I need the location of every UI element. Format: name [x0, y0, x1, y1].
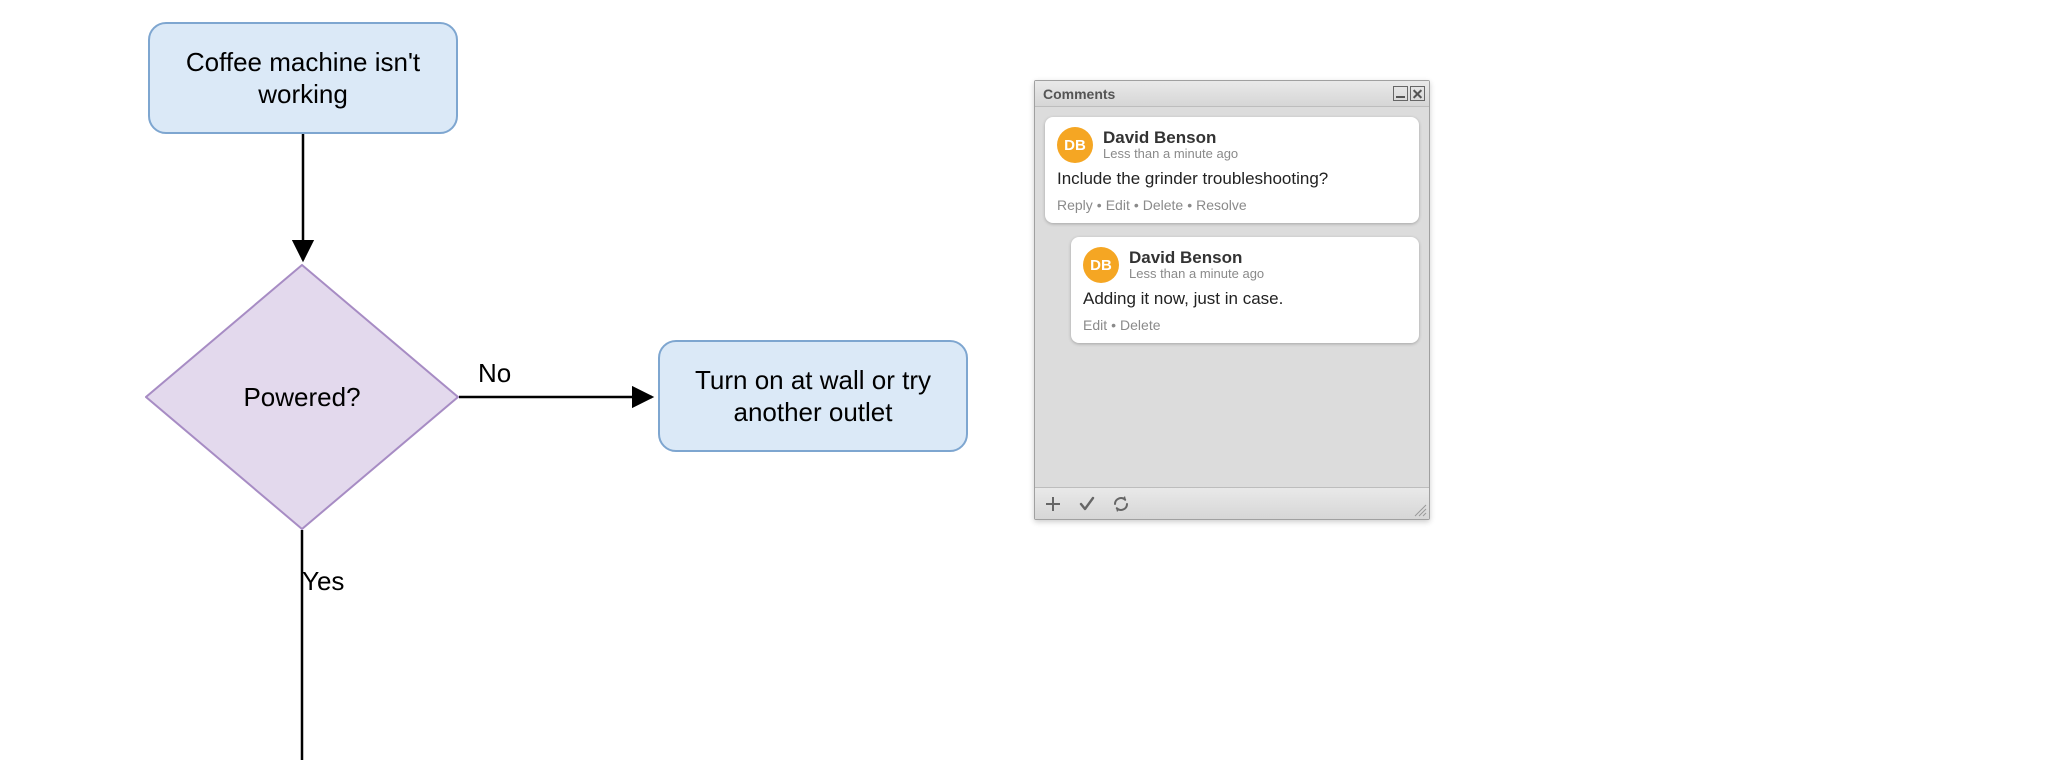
comment-time: Less than a minute ago — [1103, 147, 1238, 162]
comment-card[interactable]: DB David Benson Less than a minute ago I… — [1045, 117, 1419, 223]
edit-button[interactable]: Edit — [1106, 197, 1130, 213]
flowchart-edge-yes-label: Yes — [302, 566, 344, 597]
comment-text: Adding it now, just in case. — [1083, 289, 1407, 309]
comment-card-reply[interactable]: DB David Benson Less than a minute ago A… — [1071, 237, 1419, 343]
avatar: DB — [1057, 127, 1093, 163]
flowchart-node-decision-label: Powered? — [243, 382, 360, 413]
comment-author: David Benson — [1103, 128, 1238, 148]
resolve-button[interactable]: Resolve — [1196, 197, 1247, 213]
flowchart-edge-no-label: No — [478, 358, 511, 389]
resize-grip-icon — [1413, 503, 1427, 517]
comments-panel[interactable]: Comments DB David Benson Less than a min… — [1034, 80, 1430, 520]
comments-body: DB David Benson Less than a minute ago I… — [1035, 107, 1429, 487]
edit-button[interactable]: Edit — [1083, 317, 1107, 333]
avatar: DB — [1083, 247, 1119, 283]
resolve-all-button[interactable] — [1077, 494, 1097, 514]
comment-time: Less than a minute ago — [1129, 267, 1264, 282]
add-comment-button[interactable] — [1043, 494, 1063, 514]
minimize-icon[interactable] — [1393, 86, 1408, 101]
refresh-icon — [1112, 495, 1130, 513]
plus-icon — [1045, 496, 1061, 512]
delete-button[interactable]: Delete — [1143, 197, 1183, 213]
comment-actions: Edit•Delete — [1083, 317, 1407, 333]
refresh-button[interactable] — [1111, 494, 1131, 514]
comment-text: Include the grinder troubleshooting? — [1057, 169, 1407, 189]
flowchart-node-action-turnon[interactable]: Turn on at wall or try another outlet — [658, 340, 968, 452]
check-icon — [1078, 495, 1096, 513]
comment-actions: Reply•Edit•Delete•Resolve — [1057, 197, 1407, 213]
flowchart-node-decision[interactable]: Powered? — [145, 264, 459, 530]
delete-button[interactable]: Delete — [1120, 317, 1160, 333]
flowchart-node-action-turnon-label: Turn on at wall or try another outlet — [674, 364, 952, 429]
flowchart-node-start-label: Coffee machine isn't working — [164, 46, 442, 111]
resize-handle[interactable] — [1413, 503, 1427, 517]
flowchart-node-start[interactable]: Coffee machine isn't working — [148, 22, 458, 134]
close-icon[interactable] — [1410, 86, 1425, 101]
flowchart-canvas: Coffee machine isn't working Powered? No… — [0, 0, 2064, 760]
reply-button[interactable]: Reply — [1057, 197, 1093, 213]
avatar-initials: DB — [1090, 257, 1112, 274]
comments-footer — [1035, 487, 1429, 519]
avatar-initials: DB — [1064, 137, 1086, 154]
comments-title-bar[interactable]: Comments — [1035, 81, 1429, 107]
comment-author: David Benson — [1129, 248, 1264, 268]
comments-title: Comments — [1043, 86, 1391, 102]
